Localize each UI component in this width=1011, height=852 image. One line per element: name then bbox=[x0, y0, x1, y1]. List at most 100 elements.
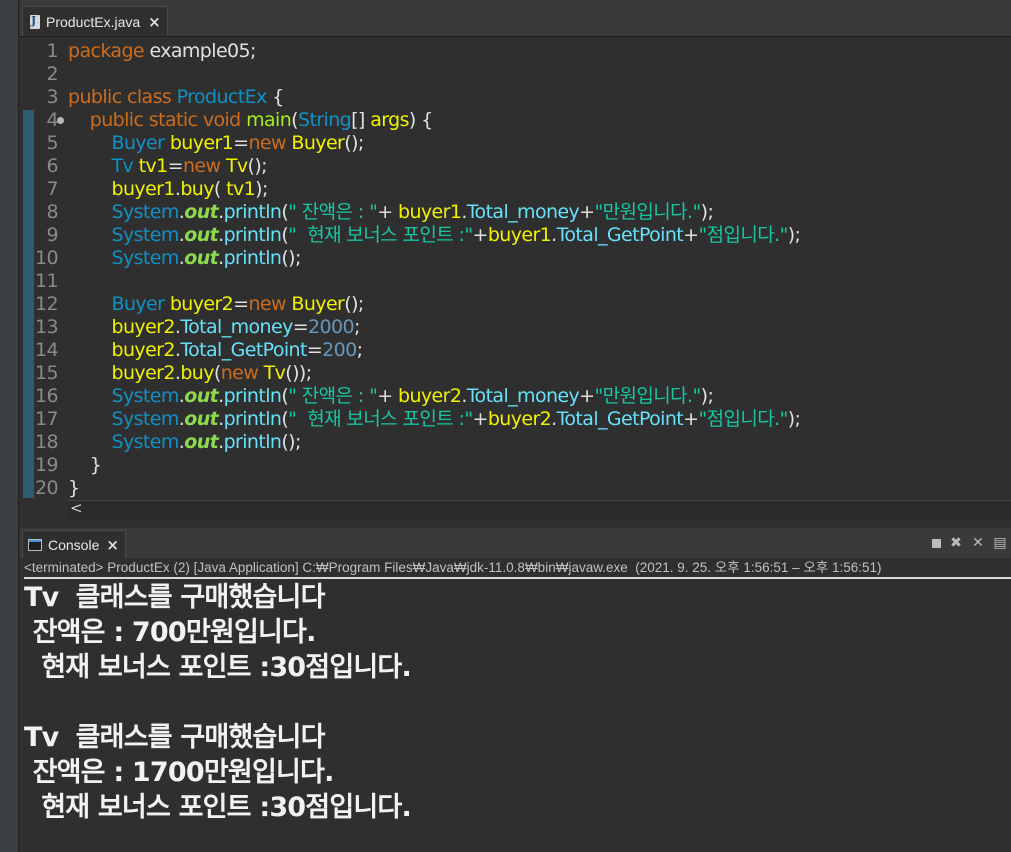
code-line[interactable]: 17 System.out.println(" 현재 보너스 포인트 :"+bu… bbox=[20, 408, 1011, 431]
code-token: println bbox=[223, 247, 282, 269]
code-token: System bbox=[111, 247, 180, 269]
code-line[interactable]: 3 public class ProductEx { bbox=[20, 86, 1011, 109]
code-token: out bbox=[184, 224, 219, 246]
console-icon bbox=[28, 538, 42, 551]
code-token: tv1 bbox=[138, 155, 169, 177]
code-token: static bbox=[148, 109, 198, 131]
code-line[interactable]: 15 buyer2.buy(new Tv()); bbox=[20, 362, 1011, 385]
code-token: (); bbox=[344, 132, 364, 154]
code-token: + bbox=[377, 385, 398, 407]
code-token: [] bbox=[351, 109, 371, 131]
scroll-left-icon[interactable]: < bbox=[70, 499, 83, 517]
code-line[interactable]: 2 bbox=[20, 63, 1011, 86]
code-token: Buyer bbox=[111, 293, 165, 315]
line-number: 1 bbox=[46, 40, 59, 62]
code-token: (); bbox=[281, 247, 301, 269]
code-token: " 현재 보너스 포인트 :" bbox=[288, 408, 473, 430]
code-token: + bbox=[579, 385, 595, 407]
code-token: new bbox=[248, 132, 286, 154]
code-text: System.out.println(); bbox=[68, 247, 302, 270]
close-icon[interactable]: × bbox=[106, 536, 119, 554]
code-line[interactable]: 4 public static void main(String[] args)… bbox=[20, 109, 1011, 132]
code-area[interactable]: 1 package example05; 2 3 public class Produc… bbox=[20, 40, 1011, 500]
code-text: package example05; bbox=[68, 40, 256, 63]
stop-icon[interactable] bbox=[932, 538, 941, 548]
line-number: 2 bbox=[46, 63, 59, 85]
remove-all-icon[interactable]: ✕ bbox=[971, 536, 985, 550]
code-line[interactable]: 1 package example05; bbox=[20, 40, 1011, 63]
code-line[interactable]: 9 System.out.println(" 현재 보너스 포인트 :"+buy… bbox=[20, 224, 1011, 247]
console-output[interactable]: Tv 클래스를 구매했습니다 잔액은 : 700만원입니다. 현재 보너스 포인… bbox=[24, 580, 412, 825]
code-token: String bbox=[298, 109, 352, 131]
code-line[interactable]: 18 System.out.println(); bbox=[20, 431, 1011, 454]
code-token: ( bbox=[213, 362, 221, 384]
code-token: buyer2 bbox=[169, 293, 234, 315]
code-token: println bbox=[223, 408, 282, 430]
line-number: 19 bbox=[35, 454, 59, 476]
tab-console[interactable]: Console × bbox=[22, 530, 126, 558]
line-number: 7 bbox=[46, 178, 59, 200]
code-token: "점입니다." bbox=[698, 408, 788, 430]
console-tab-bar: Console × ✖ ✕ ▤ bbox=[20, 528, 1011, 558]
code-token: ; bbox=[354, 316, 360, 338]
console-output-line: 현재 보너스 포인트 :30점입니다. bbox=[24, 652, 412, 683]
editor-tab-bar: ProductEx.java × bbox=[20, 0, 1011, 37]
code-token: new bbox=[182, 155, 221, 177]
code-line[interactable]: 11 bbox=[20, 270, 1011, 293]
code-token: Total_money bbox=[466, 385, 580, 407]
code-token: (); bbox=[344, 293, 364, 315]
code-token: = bbox=[167, 155, 184, 177]
code-token: + bbox=[579, 201, 595, 223]
code-line[interactable]: 7 buyer1.buy( tv1); bbox=[20, 178, 1011, 201]
code-line[interactable]: 20} bbox=[20, 477, 1011, 500]
code-token: new bbox=[220, 362, 259, 384]
code-token: + bbox=[683, 224, 699, 246]
code-text: System.out.println(" 잔액은 : "+ buyer1.Tot… bbox=[68, 201, 714, 224]
code-token: } bbox=[68, 477, 80, 499]
code-token: System bbox=[111, 431, 180, 453]
code-line[interactable]: 5 Buyer buyer1=new Buyer(); bbox=[20, 132, 1011, 155]
code-token: buyer2 bbox=[111, 316, 176, 338]
code-token: } bbox=[68, 454, 102, 476]
horizontal-scrollbar[interactable]: < bbox=[68, 499, 1011, 519]
code-token: Total_GetPoint bbox=[180, 339, 307, 361]
code-token: System bbox=[111, 224, 180, 246]
code-token: ); bbox=[255, 178, 268, 200]
code-text: buyer2.Total_money=2000; bbox=[68, 316, 361, 339]
code-text: System.out.println(" 현재 보너스 포인트 :"+buyer… bbox=[68, 224, 801, 247]
close-icon[interactable]: × bbox=[148, 13, 161, 31]
code-line[interactable]: 8 System.out.println(" 잔액은 : "+ buyer1.T… bbox=[20, 201, 1011, 224]
code-token: void bbox=[202, 109, 241, 131]
code-line[interactable]: 12 Buyer buyer2=new Buyer(); bbox=[20, 293, 1011, 316]
line-number: 20 bbox=[35, 477, 59, 499]
code-line[interactable]: 10 System.out.println(); bbox=[20, 247, 1011, 270]
code-token: { bbox=[266, 86, 284, 108]
code-line[interactable]: 19 } bbox=[20, 454, 1011, 477]
code-token: System bbox=[111, 408, 180, 430]
remove-launch-icon[interactable]: ✖ bbox=[949, 536, 963, 550]
pin-console-icon[interactable]: ▤ bbox=[993, 536, 1007, 550]
code-editor-panel: ProductEx.java × 1 package example05; 23 pu… bbox=[20, 0, 1011, 520]
tab-productex-java[interactable]: ProductEx.java × bbox=[22, 6, 168, 36]
code-token: buyer2 bbox=[397, 385, 462, 407]
code-line[interactable]: 13 buyer2.Total_money=2000; bbox=[20, 316, 1011, 339]
code-line[interactable]: 16 System.out.println(" 잔액은 : "+ buyer2.… bbox=[20, 385, 1011, 408]
code-line[interactable]: 14 buyer2.Total_GetPoint=200; bbox=[20, 339, 1011, 362]
code-token: buyer1 bbox=[169, 132, 234, 154]
code-token: + bbox=[472, 408, 489, 430]
code-token: out bbox=[184, 385, 219, 407]
code-line[interactable]: 6 Tv tv1=new Tv(); bbox=[20, 155, 1011, 178]
code-token: = bbox=[292, 316, 309, 338]
line-number: 9 bbox=[46, 224, 59, 246]
code-token: out bbox=[184, 408, 219, 430]
code-text: Buyer buyer1=new Buyer(); bbox=[68, 132, 365, 155]
fold-marker-icon[interactable] bbox=[57, 117, 64, 124]
code-text: public static void main(String[] args) { bbox=[68, 109, 433, 132]
code-token: (); bbox=[281, 431, 301, 453]
line-number: 11 bbox=[35, 270, 59, 292]
code-token: out bbox=[184, 201, 219, 223]
